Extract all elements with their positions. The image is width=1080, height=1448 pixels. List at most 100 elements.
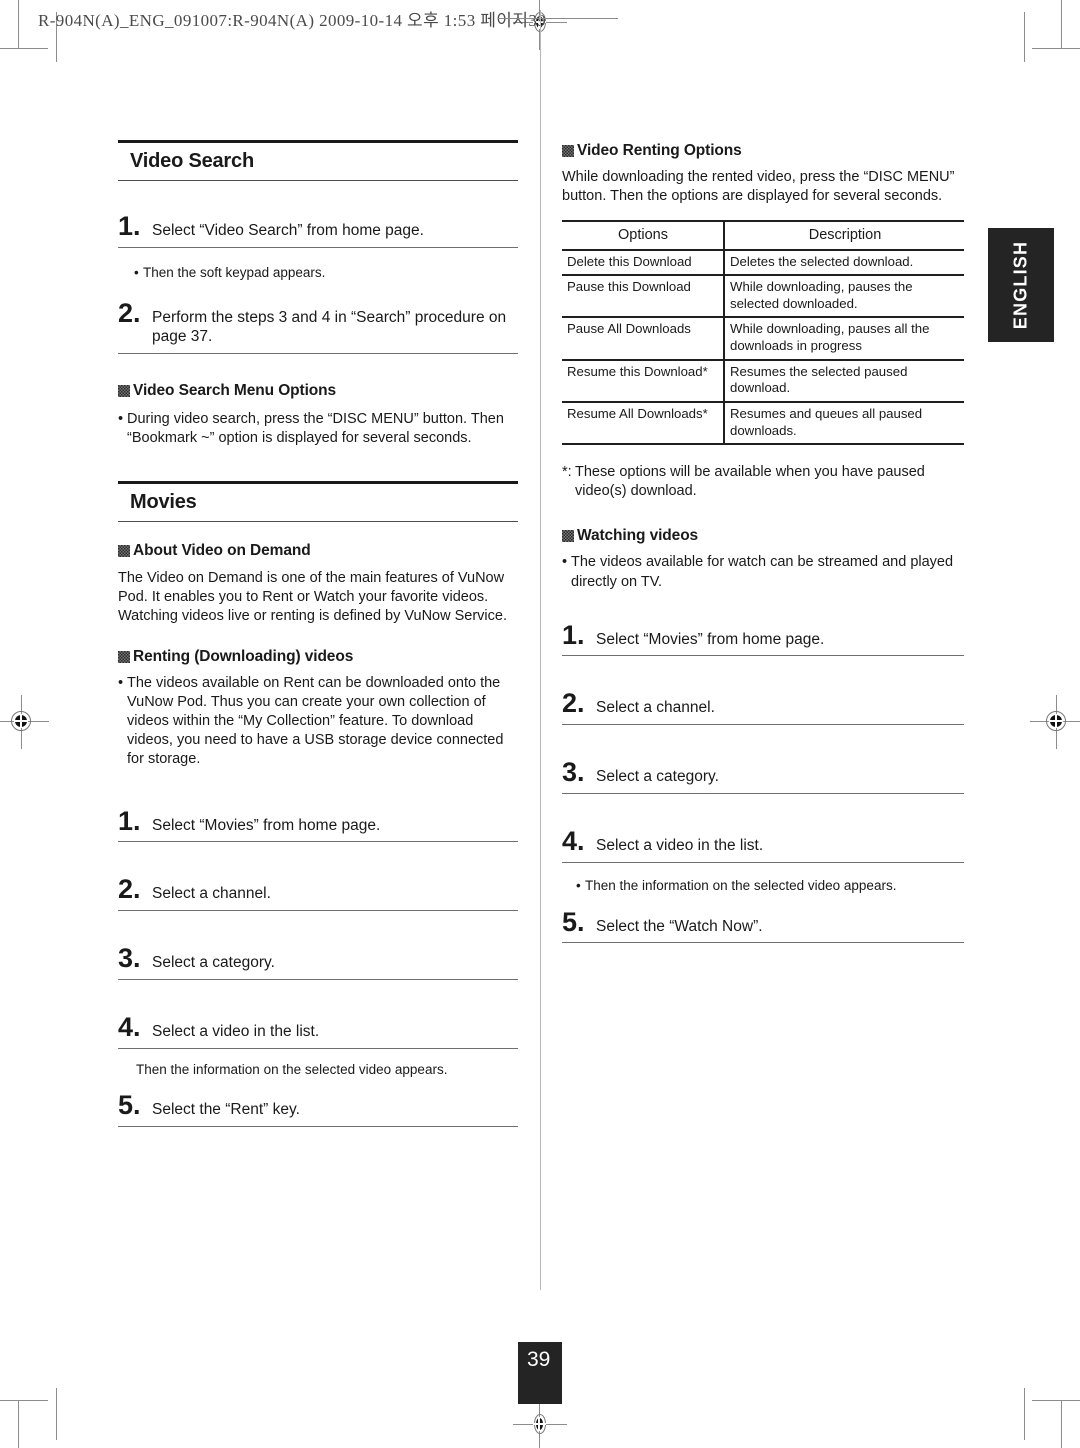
step-watch-3: 3. Select a category. [562,757,964,795]
bullet-dot: • [576,877,581,893]
bullet-watching-videos: • The videos available for watch can be … [562,553,964,591]
step-text: Select the “Rent” key. [152,1101,300,1119]
step-number: 2. [118,297,141,328]
table-cell-description: While downloading, pauses the selected d… [724,275,964,319]
page-number-label: 39 [527,1348,551,1371]
step-video-search-1: 1. Select “Video Search” from home page. [118,213,518,248]
subheading-renting-downloading-videos: Renting (Downloading) videos [118,648,518,666]
subheading-video-search-menu-options: Video Search Menu Options [118,382,518,400]
footnote-marker: *: [562,464,572,481]
subheading-label: Video Search Menu Options [133,382,337,400]
paragraph-video-renting-options: While downloading the rented video, pres… [562,169,955,205]
table-footnote: *: These options will be available when … [562,463,964,501]
step-text: Perform the steps 3 and 4 in “Search” pr… [152,308,507,346]
square-bullet-icon [562,530,574,543]
table-cell-description: Resumes the selected paused download. [724,359,964,403]
page-frame-line-left-bottom [56,1388,57,1440]
right-column: Video Renting Options While downloading … [562,142,964,944]
bullet-video-search-menu-options: • During video search, press the “DISC M… [118,410,518,448]
table-cell-description: While downloading, pauses all the downlo… [724,317,964,361]
bullet-dot: • [118,674,124,691]
subheading-video-renting-options: Video Renting Options [562,142,964,160]
step-text: Select a category. [152,954,275,972]
section-title-movies: Movies [130,490,197,513]
step-number: 1. [118,805,141,836]
step-video-search-2: 2. Perform the steps 3 and 4 in “Search”… [118,297,518,355]
step-number: 5. [118,1090,141,1121]
bullet-dot: • [118,411,124,428]
paragraph-about-video-on-demand: The Video on Demand is one of the main f… [118,569,508,624]
subheading-label: Watching videos [577,527,699,545]
subheading-label: Video Renting Options [577,142,742,159]
table-row: Resume this Download* Resumes the select… [562,359,964,403]
video-renting-options-table: Options Description Delete this Download… [562,220,964,446]
page-frame-line-right [1024,12,1025,62]
table-header-options: Options [562,220,725,251]
crop-mark-bottom-left-v [18,1400,19,1448]
step-text: Select a video in the list. [152,1023,320,1041]
step-rent-4: 4. Select a video in the list. [118,1014,518,1049]
crop-mark-top-left-h [0,48,48,49]
bullet-text: The videos available on Rent can be down… [127,674,504,768]
step-watch-5: 5. Select the “Watch Now”. [562,906,964,944]
note-text: Then the soft keypad appears. [143,264,326,280]
step-number: 1. [118,211,141,241]
crop-mark-top-left-v [18,0,19,48]
step-text: Select “Movies” from home page. [596,630,825,648]
step-text: Select a video in the list. [596,837,764,855]
step-number: 4. [118,1012,141,1043]
subheading-label: About Video on Demand [133,541,311,559]
left-column: Video Search 1. Select “Video Search” fr… [118,140,518,1128]
table-cell-option: Pause this Download [562,275,725,319]
square-bullet-icon [118,385,130,398]
table-row: Delete this Download Deletes the selecte… [562,249,964,277]
crop-mark-top-right-h [1032,48,1080,49]
step-rent-2: 2. Select a channel. [118,876,518,912]
square-bullet-icon [562,145,574,157]
table-cell-option: Resume All Downloads* [562,401,725,446]
page-number-block: 39 [518,1342,562,1404]
bullet-dot: • [134,264,139,280]
crop-mark-bottom-right-h [1032,1400,1080,1401]
registration-mark-left [0,695,49,749]
step-watch-2: 2. Select a channel. [562,688,964,726]
step-text: Select a channel. [152,885,271,903]
crop-mark-top-right-v [1061,0,1062,48]
step-watch-1: 1. Select “Movies” from home page. [562,621,964,657]
bullet-renting-downloading-videos: • The videos available on Rent can be do… [118,674,518,770]
manual-page: R-904N(A)_ENG_091007:R-904N(A) 2009-10-1… [0,0,1080,1448]
crop-mark-bottom-right-v [1061,1400,1062,1448]
language-side-tab: ENGLISH [988,228,1054,342]
table-cell-description: Resumes and queues all paused downloads. [724,401,964,446]
bullet-dot: • [562,554,568,571]
step-text: Select a channel. [596,699,715,717]
column-divider [540,10,541,1290]
page-frame-line-right-bottom [1024,1388,1025,1440]
table-cell-description: Deletes the selected download. [724,249,964,277]
table-row: Pause All Downloads While downloading, p… [562,317,964,361]
square-bullet-icon [118,544,130,557]
step-watch-4: 4. Select a video in the list. [562,828,964,863]
bullet-text: During video search, press the “DISC MEN… [127,411,504,447]
crop-mark-bottom-left-h [0,1400,48,1401]
language-side-tab-label: ENGLISH [1010,240,1031,330]
table-row: Resume All Downloads* Resumes and queues… [562,401,964,446]
scan-header-text: R-904N(A)_ENG_091007:R-904N(A) 2009-10-1… [38,11,547,30]
step-text: Select “Video Search” from home page. [152,222,424,239]
step-number: 3. [118,943,141,974]
note-soft-keypad: • Then the soft keypad appears. [118,264,518,282]
step-number: 5. [562,906,585,937]
step-number: 2. [562,688,585,719]
scan-header-line: R-904N(A)_ENG_091007:R-904N(A) 2009-10-1… [38,6,618,31]
scan-header-strikethrough [498,18,618,19]
note-selected-video-info: Then the information on the selected vid… [136,1061,448,1077]
table-cell-option: Pause All Downloads [562,317,725,361]
note-selected-video-info: • Then the information on the selected v… [562,877,964,895]
registration-mark-bottom [513,1398,567,1448]
registration-mark-right [1030,695,1080,749]
section-heading-movies: Movies [118,480,518,522]
square-bullet-icon [118,650,130,663]
step-number: 3. [562,757,585,788]
table-row: Pause this Download While downloading, p… [562,275,964,319]
step-number: 4. [562,826,585,857]
